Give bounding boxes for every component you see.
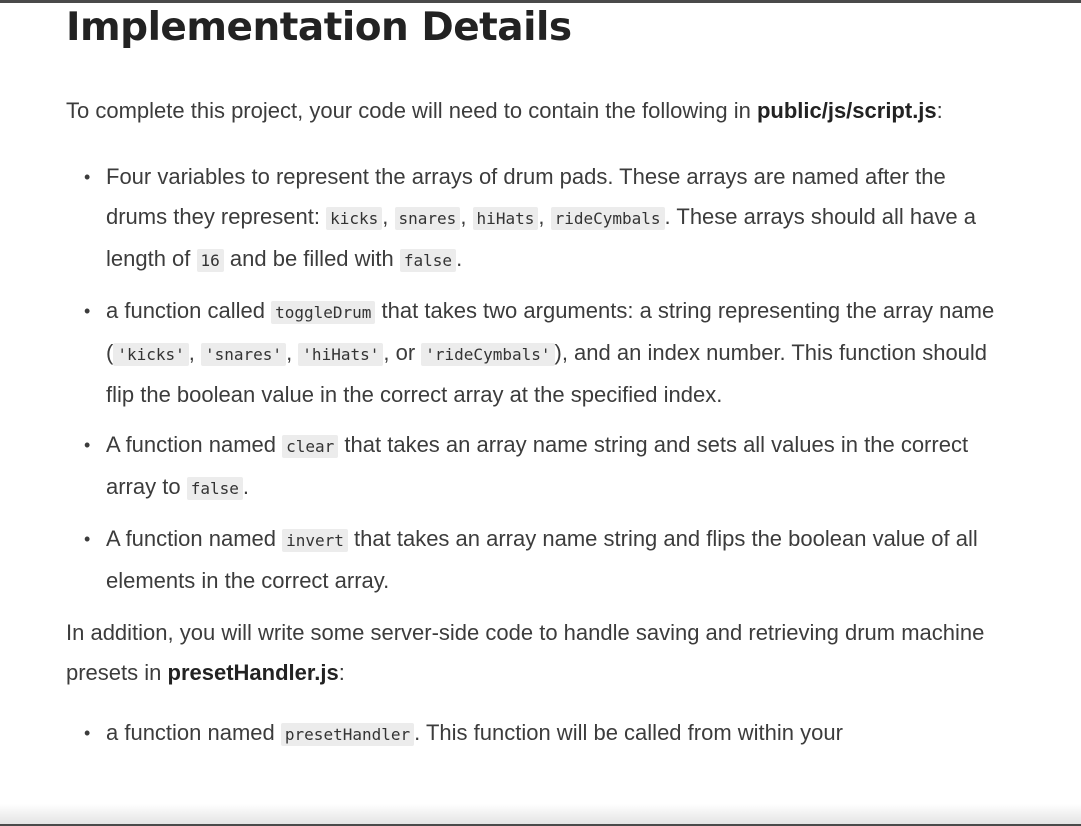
code-kicks: kicks xyxy=(326,207,383,230)
item-separator: , xyxy=(382,204,395,229)
item-text: . This function will be called from with… xyxy=(414,720,843,745)
list-item-preset-handler: • a function named presetHandler. This fu… xyxy=(84,713,996,755)
bullet-marker: • xyxy=(84,167,91,187)
list-item-toggle-drum: • a function called toggleDrum that takes… xyxy=(84,291,996,415)
code-16: 16 xyxy=(196,249,224,272)
server-paragraph: In addition, you will write some server-… xyxy=(66,613,996,693)
code-false: false xyxy=(399,249,457,272)
code-presethandler: presetHandler xyxy=(280,723,415,746)
bullet-marker: • xyxy=(84,301,91,321)
item-text: and be filled with xyxy=(223,246,400,271)
code-kicks-string: 'kicks' xyxy=(113,343,189,366)
item-text: . xyxy=(242,474,249,499)
item-separator: , xyxy=(286,340,299,365)
code-ridecymbals-string: 'rideCymbals' xyxy=(421,343,555,366)
code-false: false xyxy=(186,477,243,500)
item-text: A function named xyxy=(106,526,283,551)
server-requirements-list: • a function named presetHandler. This fu… xyxy=(66,713,996,755)
list-item-drum-arrays: • Four variables to represent the arrays … xyxy=(84,157,996,281)
code-snares-string: 'snares' xyxy=(201,343,287,366)
code-snares: snares xyxy=(394,207,461,230)
item-separator: , or xyxy=(383,340,422,365)
bottom-fade xyxy=(0,804,1081,826)
intro-text: To complete this project, your code will… xyxy=(66,98,757,123)
item-text: a function called xyxy=(106,298,272,323)
intro-file-name: public/js/script.js xyxy=(756,98,937,123)
bullet-marker: • xyxy=(84,723,91,743)
item-separator: , xyxy=(538,204,551,229)
code-hihats-string: 'hiHats' xyxy=(298,343,384,366)
intro-paragraph: To complete this project, your code will… xyxy=(66,91,996,131)
item-separator: , xyxy=(188,340,201,365)
code-invert: invert xyxy=(282,529,348,552)
server-colon: : xyxy=(338,660,345,685)
list-item-invert: • A function named invert that takes an a… xyxy=(84,519,996,601)
list-item-clear: • A function named clear that takes an ar… xyxy=(84,425,996,509)
item-text: a function named xyxy=(106,720,281,745)
item-separator: , xyxy=(460,204,473,229)
bullet-marker: • xyxy=(84,435,91,455)
code-clear: clear xyxy=(282,435,339,458)
code-hihats: hiHats xyxy=(472,207,539,230)
bullet-marker: • xyxy=(84,529,91,549)
item-text: A function named xyxy=(106,432,283,457)
section-heading: Implementation Details xyxy=(66,5,572,50)
code-toggledrum: toggleDrum xyxy=(271,301,376,324)
script-requirements-list: • Four variables to represent the arrays … xyxy=(66,157,996,601)
document-content: Implementation Details To complete this … xyxy=(66,0,996,765)
item-text: . xyxy=(456,246,463,271)
server-file-name: presetHandler.js xyxy=(167,660,339,685)
code-ridecymbals: rideCymbals xyxy=(550,207,665,230)
intro-colon: : xyxy=(936,98,943,123)
